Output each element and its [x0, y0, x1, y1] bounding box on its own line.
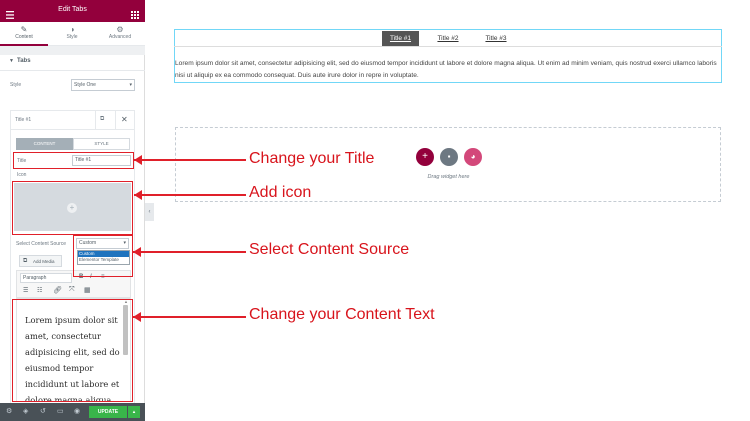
style-select[interactable]: Style One ▾ — [71, 79, 135, 91]
paragraph-format-select[interactable]: Paragraph — [20, 273, 72, 283]
widgets-grid-icon[interactable] — [131, 6, 139, 19]
tab-content[interactable]: ✎ Content — [0, 22, 48, 46]
highlight-content-editor — [12, 299, 133, 402]
pencil-icon: ✎ — [20, 25, 28, 34]
toolbar-toggle-icon[interactable]: ▦ — [84, 286, 91, 294]
add-media-button[interactable]: ⧉ Add Media — [19, 255, 62, 267]
select-caret-icon: ▾ — [129, 82, 132, 88]
style-label: Style — [10, 82, 22, 88]
tab-advanced-label: Advanced — [108, 34, 132, 40]
icon-label: Icon — [17, 172, 27, 178]
duplicate-icon[interactable]: ⧉ — [100, 116, 104, 123]
annotation-arrow-text — [133, 316, 246, 318]
arrowhead-icon — [134, 190, 142, 200]
preview-eye-icon[interactable]: ◉ — [74, 407, 80, 415]
divider — [115, 110, 116, 130]
settings-gear-icon[interactable]: ⚙ — [6, 407, 12, 415]
repeater-item-header[interactable]: Title #1 ⧉ ✕ — [10, 110, 135, 130]
update-button[interactable]: UPDATE — [89, 406, 127, 418]
annotation-change-title: Change your Title — [249, 150, 375, 167]
arrowhead-icon — [134, 155, 142, 165]
add-media-label: Add Media — [33, 259, 55, 264]
caret-down-icon: ▼ — [9, 58, 14, 64]
preview-tab-2[interactable]: Title #2 — [428, 31, 468, 46]
tab-content-label: Content — [15, 34, 33, 40]
add-template-folder-icon[interactable]: ▪ — [440, 148, 458, 166]
navigator-icon[interactable]: ◈ — [23, 407, 28, 415]
media-icon: ⧉ — [23, 258, 28, 264]
panel-tabs: ✎ Content ◑ Style ⚙ Advanced — [0, 22, 145, 46]
drag-widget-hint: Drag widget here — [427, 174, 470, 180]
tab-style-label: Style — [66, 34, 78, 40]
preview-tab-3[interactable]: Title #3 — [476, 31, 516, 46]
content-source-label: Select Content Source — [16, 241, 67, 247]
panel-header: Edit Tabs — [0, 0, 145, 22]
section-title: Tabs — [17, 58, 31, 64]
annotation-add-icon: Add icon — [249, 184, 312, 201]
highlight-icon-picker — [12, 181, 133, 235]
preview-tab-1[interactable]: Title #1 — [382, 31, 419, 46]
annotation-arrow-icon — [134, 194, 246, 196]
link-icon[interactable]: 🔗︎ — [53, 286, 62, 294]
unordered-list-icon[interactable]: ☰ — [23, 287, 28, 294]
history-icon[interactable]: ↺ — [40, 407, 46, 415]
section-header-tabs[interactable]: ▼ Tabs — [0, 55, 145, 69]
tab-style[interactable]: ◑ Style — [48, 22, 96, 46]
preview-body-text: Lorem ipsum dolor sit amet, consectetur … — [175, 60, 717, 79]
highlight-content-source — [73, 235, 133, 277]
section-separator — [0, 46, 145, 55]
half-circle-icon: ◑ — [69, 25, 75, 34]
panel-footer: ⚙ ◈ ↺ ▭ ◉ UPDATE ▴ — [0, 403, 145, 421]
fullscreen-icon[interactable]: ⤧ — [69, 286, 75, 294]
add-section-plus-icon[interactable]: + — [416, 148, 434, 166]
divider — [95, 110, 96, 130]
item-tab-content[interactable]: CONTENT — [16, 138, 73, 150]
arrowhead-icon — [133, 247, 141, 257]
paragraph-format-value: Paragraph — [23, 275, 47, 281]
tabs-divider — [174, 46, 722, 47]
divider — [0, 70, 145, 71]
update-options-caret-icon[interactable]: ▴ — [128, 406, 140, 418]
responsive-icon[interactable]: ▭ — [57, 407, 64, 415]
panel-title: Edit Tabs — [58, 6, 87, 13]
item-tab-style[interactable]: STYLE — [73, 138, 130, 150]
tab-advanced[interactable]: ⚙ Advanced — [96, 22, 144, 46]
ordered-list-icon[interactable]: ☷ — [37, 287, 42, 294]
annotation-change-text: Change your Content Text — [249, 306, 435, 323]
close-icon[interactable]: ✕ — [121, 115, 128, 124]
style-select-value: Style One — [74, 82, 96, 88]
annotation-select-source: Select Content Source — [249, 241, 410, 258]
template-library-icon[interactable]: ◕ — [464, 148, 482, 166]
annotation-arrow-title — [134, 159, 246, 161]
gear-icon: ⚙ — [116, 25, 124, 34]
repeater-item-title: Title #1 — [15, 117, 32, 123]
highlight-title-field — [13, 152, 134, 169]
annotation-arrow-source — [133, 251, 246, 253]
panel-collapse-handle[interactable]: ‹ — [145, 203, 154, 221]
arrowhead-icon — [133, 312, 141, 322]
